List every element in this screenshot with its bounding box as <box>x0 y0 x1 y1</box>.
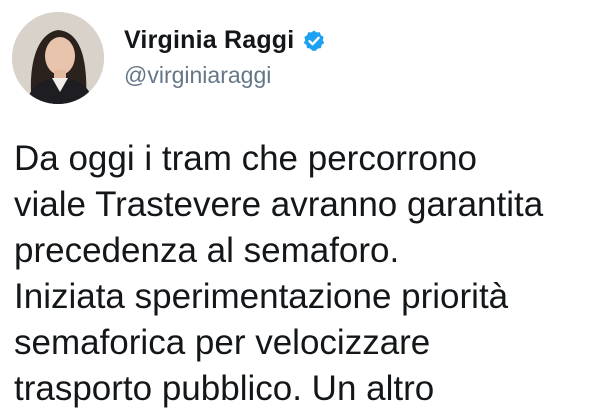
display-name[interactable]: Virginia Raggi <box>124 26 294 55</box>
tweet-text-line: Da oggi i tram che percorrono <box>14 139 477 178</box>
tweet-text-line: viale Trastevere avranno garantita <box>14 185 544 224</box>
tweet-card: Virginia Raggi @virginiaraggi Da oggi i … <box>0 0 600 416</box>
tweet-text: Da oggi i tram che percorrono viale Tras… <box>14 136 594 412</box>
verified-badge-icon <box>302 29 326 53</box>
tweet-text-line: trasporto pubblico. Un altro <box>14 369 435 408</box>
user-handle[interactable]: @virginiaraggi <box>124 62 271 89</box>
tweet-text-line: precedenza al semaforo. <box>14 231 400 270</box>
avatar[interactable] <box>12 12 104 104</box>
tweet-text-line: semaforica per velocizzare <box>14 323 431 362</box>
tweet-text-line: Iniziata sperimentazione priorità <box>14 277 509 316</box>
author-name-row: Virginia Raggi <box>124 26 326 55</box>
